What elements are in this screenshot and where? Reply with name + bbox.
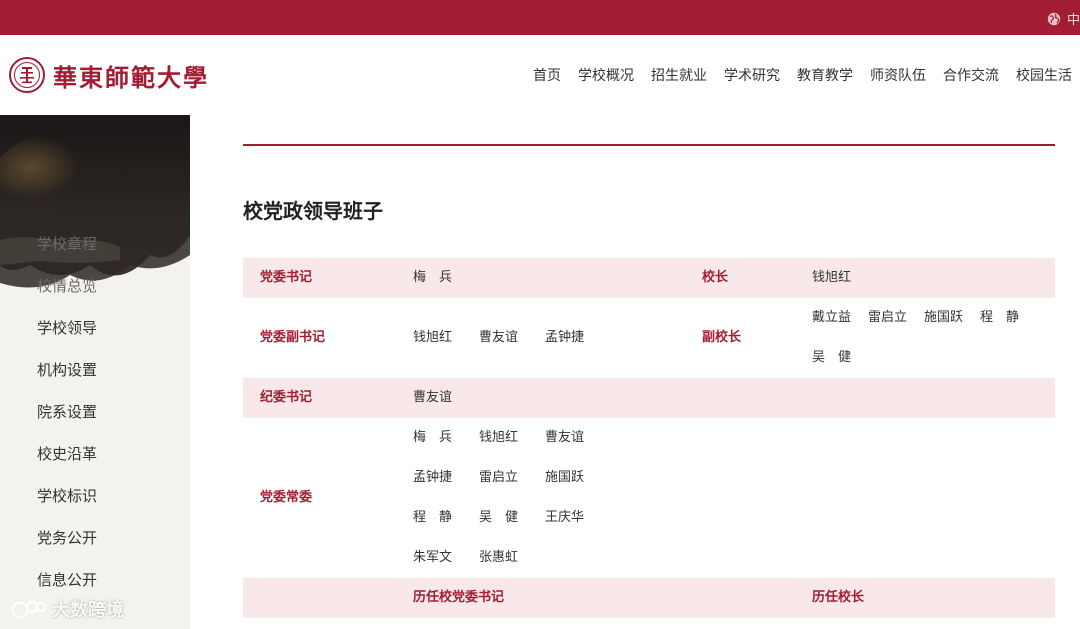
main-nav: 首页 学校概况 招生就业 学术研究 教育教学 师资队伍 合作交流 校园生活: [516, 65, 1072, 85]
standing-committee-names: 梅 兵钱旭红 曹友谊 孟钟捷 雷启立 施国跃 程 静吴 健王庆华 朱军文 张惠虹: [413, 418, 611, 578]
table-row: 党委常委 梅 兵钱旭红 曹友谊 孟钟捷 雷启立 施国跃 程 静吴 健王庆华 朱军文 张惠…: [243, 418, 1055, 578]
leader-name[interactable]: 钱旭红: [413, 318, 479, 358]
nav-item-faculty[interactable]: 师资队伍: [870, 65, 926, 85]
table-row: 党委书记 梅 兵 校长 钱旭红: [243, 258, 1055, 298]
leader-name[interactable]: 吴 健: [812, 338, 868, 378]
sidebar-menu: 学校章程 校情总览 学校领导 机构设置 院系设置 校史沿革 学校标识 党务公开 …: [0, 223, 190, 601]
watermark: 大数跨境: [10, 596, 124, 622]
table-row: 历任校党委书记 历任校长: [243, 578, 1055, 618]
nav-item-research[interactable]: 学术研究: [724, 65, 780, 85]
sidebar-item-charter[interactable]: 学校章程: [0, 223, 190, 265]
top-bar: 中: [0, 0, 1080, 35]
history-presidents-link[interactable]: 历任校长: [812, 578, 864, 618]
sidebar-item-leadership[interactable]: 学校领导: [0, 307, 190, 349]
leadership-table: 党委书记 梅 兵 校长 钱旭红 党委副书记 钱旭红 曹友谊 孟钟捷 副校长 戴立益雷…: [243, 258, 1055, 618]
title-divider: [243, 144, 1055, 146]
watermark-text: 大数跨境: [52, 600, 124, 621]
leader-name[interactable]: 程 静: [980, 298, 1036, 338]
leader-name[interactable]: 孟钟捷: [545, 318, 611, 358]
university-name: 華東師範大學: [53, 62, 209, 92]
table-row: 纪委书记 曹友谊: [243, 378, 1055, 418]
row-label-deputy-party-secretary: 党委副书记: [260, 330, 326, 345]
nav-item-home[interactable]: 首页: [533, 65, 561, 85]
university-logo[interactable]: 華東師範大學: [9, 57, 209, 93]
language-switch[interactable]: 中: [1047, 9, 1080, 28]
leader-name[interactable]: 戴立益: [812, 298, 868, 338]
leader-name[interactable]: 张惠虹: [479, 538, 545, 578]
row-label-president: 校长: [702, 270, 729, 285]
vice-president-names: 戴立益 雷启立 施国跃程 静 吴 健: [812, 298, 1036, 378]
leader-name[interactable]: 雷启立: [479, 458, 545, 498]
leader-name[interactable]: 曹友谊: [413, 378, 479, 418]
nav-item-education[interactable]: 教育教学: [797, 65, 853, 85]
leader-name[interactable]: 朱军文: [413, 538, 479, 578]
sidebar-item-organization[interactable]: 机构设置: [0, 349, 190, 391]
sidebar-item-history[interactable]: 校史沿革: [0, 433, 190, 475]
leader-name[interactable]: 钱旭红: [479, 418, 545, 458]
nav-item-admissions[interactable]: 招生就业: [651, 65, 707, 85]
party-secretary-names: 梅 兵: [413, 258, 479, 298]
leader-name[interactable]: 曹友谊: [479, 318, 545, 358]
president-names: 钱旭红: [812, 258, 878, 298]
table-row: 党委副书记 钱旭红 曹友谊 孟钟捷 副校长 戴立益 雷启立 施国跃程 静 吴 健: [243, 298, 1055, 378]
leader-name[interactable]: 吴 健: [479, 498, 545, 538]
discipline-secretary-names: 曹友谊: [413, 378, 479, 418]
leader-name[interactable]: 梅 兵: [413, 258, 479, 298]
row-label-discipline-secretary: 纪委书记: [260, 390, 313, 405]
leader-name[interactable]: 施国跃: [924, 298, 980, 338]
globe-icon: [1047, 12, 1061, 25]
language-label: 中: [1066, 13, 1080, 28]
nav-item-campus-life[interactable]: 校园生活: [1016, 65, 1072, 85]
leader-name[interactable]: 曹友谊: [545, 418, 611, 458]
row-label-party-secretary: 党委书记: [260, 270, 313, 285]
sidebar-item-party-affairs[interactable]: 党务公开: [0, 517, 190, 559]
leader-name[interactable]: 雷启立: [868, 298, 924, 338]
sidebar-item-identity[interactable]: 学校标识: [0, 475, 190, 517]
nav-item-exchange[interactable]: 合作交流: [943, 65, 999, 85]
watermark-logo-icon: [11, 601, 46, 619]
leader-name[interactable]: 钱旭红: [812, 258, 878, 298]
university-seal-icon: [9, 57, 45, 93]
history-party-secretaries-link[interactable]: 历任校党委书记: [413, 578, 504, 618]
leader-name[interactable]: 程 静: [413, 498, 479, 538]
page-title: 校党政领导班子: [243, 199, 383, 223]
sidebar-item-departments[interactable]: 院系设置: [0, 391, 190, 433]
sidebar-item-overview[interactable]: 校情总览: [0, 265, 190, 307]
sidebar: 学校章程 校情总览 学校领导 机构设置 院系设置 校史沿革 学校标识 党务公开 …: [0, 115, 190, 629]
leader-name[interactable]: 王庆华: [545, 498, 611, 538]
leader-name[interactable]: 施国跃: [545, 458, 611, 498]
row-label-standing-committee: 党委常委: [260, 490, 313, 505]
sidebar-item-information[interactable]: 信息公开: [0, 559, 190, 601]
site-header: 華東師範大學 首页 学校概况 招生就业 学术研究 教育教学 师资队伍 合作交流 …: [0, 35, 1080, 115]
nav-item-about[interactable]: 学校概况: [578, 65, 634, 85]
deputy-party-secretary-names: 钱旭红 曹友谊 孟钟捷: [413, 318, 611, 358]
row-label-vice-president: 副校长: [702, 330, 742, 345]
leader-name[interactable]: 孟钟捷: [413, 458, 479, 498]
leader-name[interactable]: 梅 兵: [413, 418, 479, 458]
